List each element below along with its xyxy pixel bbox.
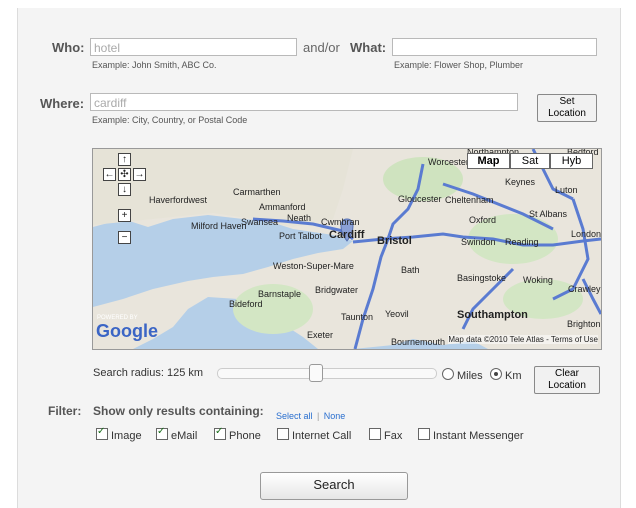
town-label: Bournemouth (391, 337, 446, 347)
filter-instant-messenger-checkbox[interactable]: Instant Messenger (418, 428, 524, 442)
checkbox-label: Image (111, 430, 142, 442)
pan-down-button[interactable]: ↓ (118, 183, 131, 196)
town-label: Taunton (341, 312, 374, 322)
map-view[interactable]: Worcester Gloucester Cheltenham Oxford C… (92, 148, 602, 350)
link-separator: | (316, 411, 320, 421)
who-hint: Example: John Smith, ABC Co. (92, 60, 217, 70)
checkbox-box[interactable] (96, 426, 108, 440)
town-label: Neath (287, 213, 312, 223)
where-label: Where: (40, 96, 85, 111)
town-label: Cwmbran (321, 217, 360, 227)
town-label: Reading (505, 237, 539, 247)
checkbox-label: Internet Call (292, 430, 352, 442)
filter-label: Filter: (48, 404, 82, 418)
what-label: What: (350, 40, 387, 55)
pan-center-button[interactable]: ✣ (118, 168, 131, 181)
town-label: Cardiff (329, 229, 365, 241)
who-input[interactable]: hotel (90, 38, 297, 56)
checkbox-box[interactable] (369, 428, 381, 440)
miles-radio-circle[interactable] (442, 368, 454, 380)
what-input[interactable] (392, 38, 597, 56)
town-label: Brighton (567, 319, 601, 329)
pan-right-button[interactable]: → (133, 168, 146, 181)
town-label: Carmarthen (233, 187, 281, 197)
town-label: Bath (401, 265, 420, 275)
town-label: Gloucester (398, 194, 442, 204)
town-label: Crawley (568, 284, 601, 294)
select-all-link[interactable]: Select all (276, 411, 313, 421)
town-label: Yeovil (385, 309, 409, 319)
filter-internet-call-checkbox[interactable]: Internet Call (277, 428, 351, 442)
search-radius-label: Search radius: 125 km (93, 367, 204, 379)
filter-links: Select all | None (276, 406, 345, 424)
who-label: Who: (52, 40, 85, 55)
town-label: Milford Haven (191, 221, 247, 231)
town-label: Haverfordwest (149, 195, 208, 205)
town-label: Exeter (307, 330, 334, 340)
town-label: Barnstaple (258, 289, 302, 299)
checkbox-box[interactable] (277, 428, 289, 440)
town-label: Oxford (469, 215, 497, 225)
town-label: Woking (523, 275, 553, 285)
town-label: Bridgwater (315, 285, 359, 295)
checkbox-label: eMail (171, 430, 198, 442)
clear-location-button[interactable]: Clear Location (534, 366, 600, 394)
filter-phone-checkbox[interactable]: Phone (214, 426, 261, 442)
filter-email-checkbox[interactable]: eMail (156, 426, 198, 442)
checkbox-box[interactable] (156, 426, 168, 440)
zoom-out-button[interactable]: − (118, 231, 131, 244)
checkbox-box[interactable] (418, 428, 430, 440)
radius-slider-thumb[interactable] (309, 364, 324, 382)
map-type-map-button[interactable]: Map (467, 153, 510, 169)
town-label: Port Talbot (279, 231, 322, 241)
set-location-button[interactable]: Set Location (537, 94, 597, 122)
checkbox-box[interactable] (214, 426, 226, 440)
pan-left-button[interactable]: ← (103, 168, 116, 181)
town-label: St Albans (529, 209, 568, 219)
town-label: Luton (555, 185, 578, 195)
town-label: Cheltenham (445, 195, 494, 205)
checkbox-label: Fax (384, 430, 403, 442)
town-label: Weston-Super-Mare (273, 261, 354, 271)
town-label: London (571, 229, 602, 239)
search-button[interactable]: Search (260, 472, 408, 500)
town-label: Bideford (229, 299, 263, 309)
radius-slider-track[interactable] (217, 368, 437, 379)
where-input[interactable]: cardiff (90, 93, 518, 111)
town-label: Ammanford (259, 202, 306, 212)
km-label: Km (505, 370, 522, 382)
town-label: Swindon (461, 237, 496, 247)
town-label: Worcester (428, 157, 469, 167)
town-label: Bristol (377, 235, 412, 247)
map-type-sat-button[interactable]: Sat (510, 153, 550, 169)
town-label: Keynes (505, 177, 536, 187)
map-copyright: Map data ©2010 Tele Atlas - Terms of Use (448, 335, 598, 344)
km-radio[interactable]: Km (490, 368, 522, 382)
town-label: Southampton (457, 309, 528, 321)
town-label: Swansea (241, 217, 279, 227)
miles-label: Miles (457, 370, 483, 382)
map-type-hyb-button[interactable]: Hyb (550, 153, 593, 169)
miles-radio[interactable]: Miles (442, 368, 483, 382)
checkbox-label: Phone (229, 430, 261, 442)
checkbox-label: Instant Messenger (433, 430, 524, 442)
where-hint: Example: City, Country, or Postal Code (92, 115, 248, 125)
pan-up-button[interactable]: ↑ (118, 153, 131, 166)
filter-image-checkbox[interactable]: Image (96, 426, 142, 442)
filter-title: Show only results containing: (93, 404, 264, 418)
km-radio-circle[interactable] (490, 368, 502, 380)
zoom-in-button[interactable]: + (118, 209, 131, 222)
and-or-text: and/or (303, 40, 340, 55)
select-none-link[interactable]: None (324, 411, 346, 421)
town-label: Basingstoke (457, 273, 507, 283)
filter-fax-checkbox[interactable]: Fax (369, 428, 402, 442)
google-logo: Google (96, 321, 158, 341)
what-hint: Example: Flower Shop, Plumber (394, 60, 524, 70)
